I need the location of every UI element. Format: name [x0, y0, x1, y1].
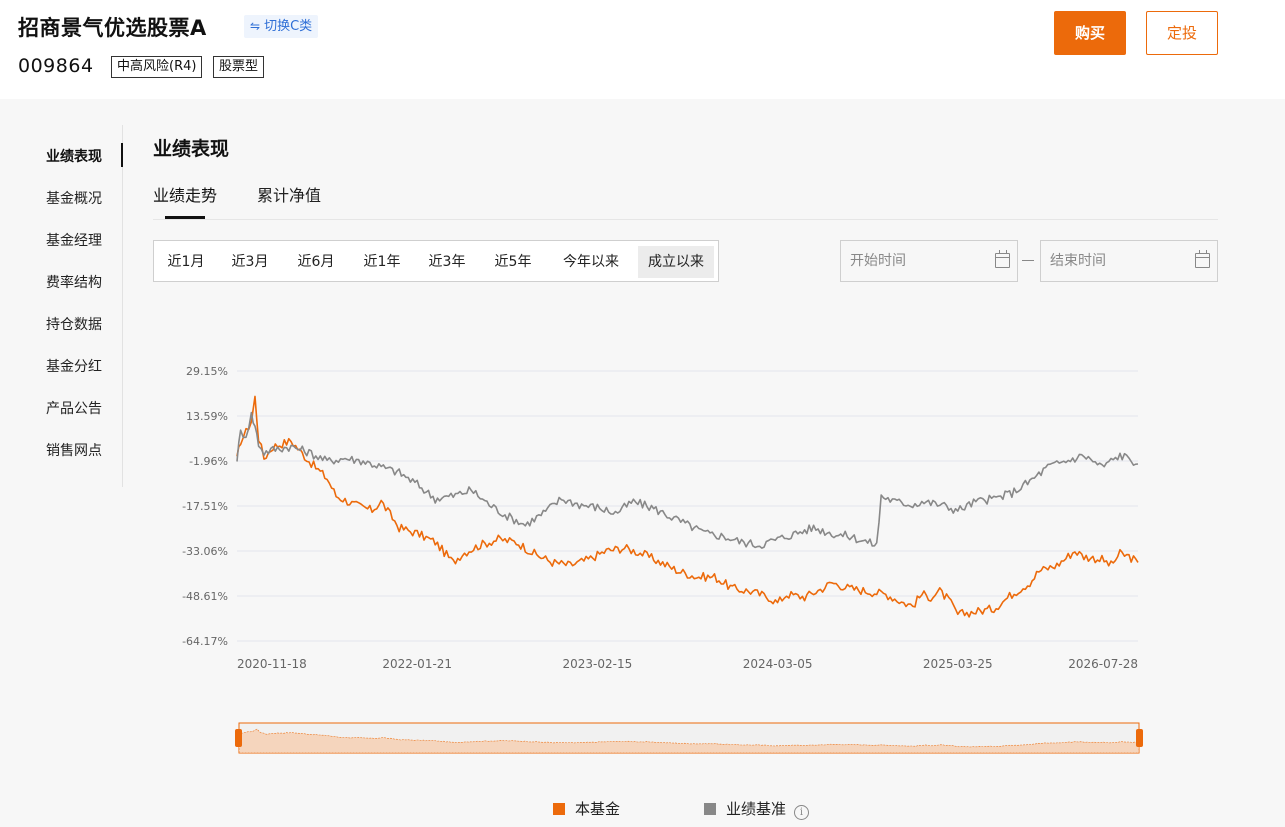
y-tick-label: -64.17%: [182, 635, 228, 648]
y-tick-label: -33.06%: [182, 545, 228, 558]
y-tick-label: 13.59%: [186, 410, 228, 423]
range-handle-right[interactable]: [1136, 729, 1143, 747]
legend-item-benchmark[interactable]: 业绩基准 i: [704, 798, 810, 820]
y-tick-label: 29.15%: [186, 365, 228, 378]
benchmark-line: [236, 411, 1139, 549]
x-tick-label: 2023-02-15: [563, 657, 633, 671]
x-tick-label: 2026-07-28: [1068, 657, 1138, 671]
performance-chart: 29.15% 13.59% -1.96% -17.51% -33.06% -48.61% -…: [182, 365, 1143, 754]
legend-swatch-fund: [553, 803, 565, 815]
legend-label-fund: 本基金: [575, 800, 621, 818]
legend-item-fund[interactable]: 本基金: [553, 798, 620, 819]
range-handle-left[interactable]: [235, 729, 242, 747]
y-tick-label: -48.61%: [182, 590, 228, 603]
x-tick-label: 2024-03-05: [743, 657, 813, 671]
x-tick-label: 2025-03-25: [923, 657, 993, 671]
info-icon[interactable]: i: [794, 805, 810, 820]
y-tick-label: -17.51%: [182, 500, 228, 513]
legend-label-benchmark: 业绩基准: [726, 800, 787, 818]
x-tick-label: 2020-11-18: [237, 657, 307, 671]
fund-line: [236, 395, 1139, 618]
legend-swatch-benchmark: [704, 803, 716, 815]
x-tick-label: 2022-01-21: [382, 657, 452, 671]
y-tick-label: -1.96%: [189, 455, 228, 468]
